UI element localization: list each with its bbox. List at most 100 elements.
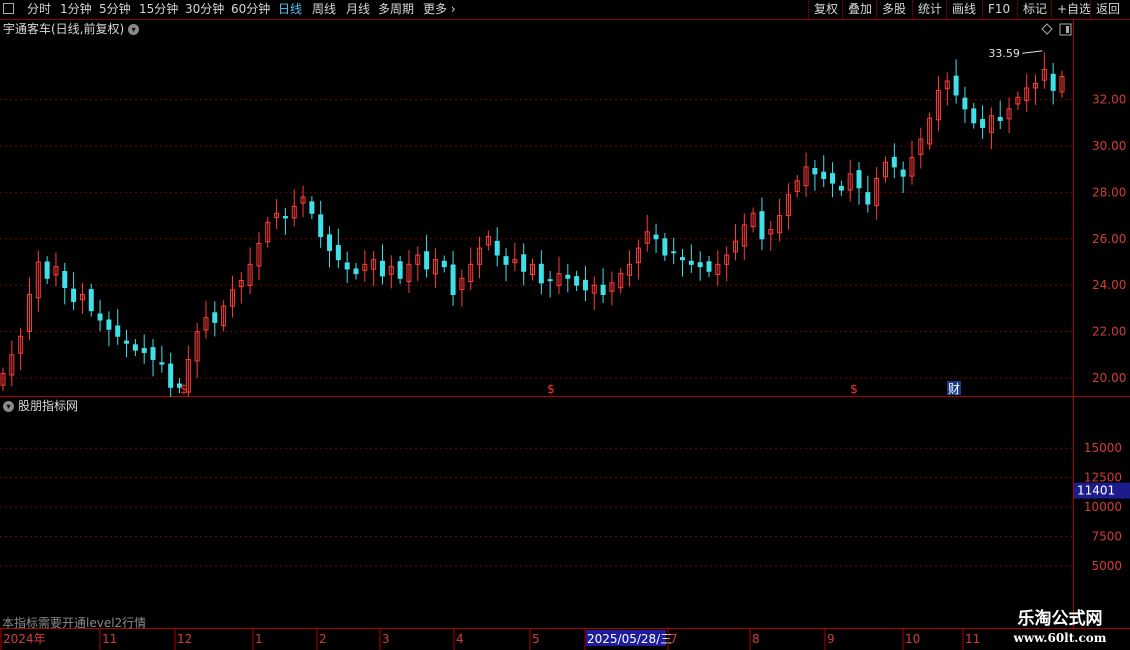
candle-body [680, 257, 686, 261]
period-tab-10[interactable]: 更多 › [420, 1, 459, 18]
time-label: 7 [670, 632, 678, 646]
toolbar-divider [808, 0, 809, 19]
period-tab-0[interactable]: 分时 [24, 1, 54, 18]
price-tick-label: 32.00 [1092, 93, 1126, 107]
toolbar-action-8[interactable]: 返回 [1093, 1, 1123, 18]
candle-body [697, 262, 703, 268]
time-label: 11 [102, 632, 117, 646]
time-label: 4 [456, 632, 464, 646]
candle-body [353, 268, 359, 275]
period-tab-7[interactable]: 周线 [309, 1, 339, 18]
candlestick-chart[interactable]: 20.00 22.00 24.00 26.00 28.00 30.00 32.00 33.59… [0, 20, 1130, 397]
candle-body [344, 262, 350, 270]
candle-body [812, 168, 818, 175]
candle-body [494, 240, 500, 256]
candle-body [962, 97, 968, 110]
period-tab-2[interactable]: 5分钟 [96, 1, 134, 18]
diamond-icon[interactable] [1041, 23, 1053, 35]
price-tick-label: 24.00 [1092, 278, 1126, 292]
candle-body [900, 169, 906, 177]
toolbar-action-7[interactable]: +自选 [1054, 1, 1094, 18]
time-label: 8 [752, 632, 760, 646]
high-price-label: 33.59 [988, 47, 1020, 60]
candle-body [538, 263, 544, 284]
toolbar-divider [946, 0, 947, 19]
toolbar-divider [1051, 0, 1052, 19]
candle-body [159, 362, 165, 365]
time-label: 11 [965, 632, 980, 646]
candle-body [856, 170, 862, 189]
event-marker[interactable]: $ [180, 382, 188, 396]
candle-body [971, 108, 977, 124]
time-label: 5 [532, 632, 540, 646]
watermark-url: www.60lt.com [1013, 631, 1107, 645]
period-tab-4[interactable]: 30分钟 [182, 1, 227, 18]
time-axis: 2024年 11 12 1 2 3 4 5 2025/05/28/三7 8 9 10 11 [0, 629, 980, 650]
candle-body [547, 279, 553, 282]
candle-body [759, 211, 765, 240]
event-marker[interactable]: $ [850, 382, 858, 396]
period-tab-1[interactable]: 1分钟 [57, 1, 95, 18]
current-value-label: 11401 [1077, 484, 1115, 498]
price-tick-label: 30.00 [1092, 139, 1126, 153]
toolbar-divider [1017, 0, 1018, 19]
toolbar-action-0[interactable]: 复权 [811, 1, 841, 18]
candle-body [88, 289, 94, 312]
toolbar-action-1[interactable]: 叠加 [845, 1, 875, 18]
price-tick-label: 22.00 [1092, 325, 1126, 339]
indicator-tick-label: 7500 [1091, 530, 1122, 544]
candle-body [671, 251, 677, 254]
period-tab-3[interactable]: 15分钟 [136, 1, 181, 18]
event-marker[interactable]: 财 [948, 382, 960, 396]
period-tab-5[interactable]: 60分钟 [228, 1, 273, 18]
candle-body [44, 261, 50, 279]
candle-body [521, 254, 527, 272]
candle-body [600, 284, 606, 295]
window-toggle-icon[interactable] [3, 3, 14, 14]
toolbar-divider [912, 0, 913, 19]
candle-body [282, 216, 288, 219]
candle-body [565, 274, 571, 279]
toolbar-action-4[interactable]: 画线 [949, 1, 979, 18]
toolbar-action-3[interactable]: 统计 [915, 1, 945, 18]
toolbar-divider [876, 0, 877, 19]
period-tab-9[interactable]: 多周期 [375, 1, 417, 18]
candle-body [327, 234, 333, 251]
period-toolbar: 分时 1分钟 5分钟 15分钟 30分钟 60分钟 日线 周线 月线 多周期 更多 › 复权 叠加 多股… [0, 0, 1130, 20]
candle-body [106, 319, 112, 330]
watermark-logo: 乐淘公式网 www.60lt.com [990, 608, 1130, 650]
candle-body [141, 348, 147, 353]
panel-toggle-icon[interactable] [1059, 23, 1072, 36]
candle-body [71, 288, 77, 302]
candle-body [115, 325, 121, 337]
event-marker[interactable]: $ [547, 382, 555, 396]
watermark-title: 乐淘公式网 [1017, 609, 1103, 629]
candle-body [706, 261, 712, 272]
indicator-tick-label: 15000 [1084, 441, 1122, 455]
candle-body [997, 116, 1003, 121]
time-label: 12 [177, 632, 192, 646]
candle-body [653, 234, 659, 240]
period-tab-8[interactable]: 月线 [343, 1, 373, 18]
toolbar-divider [842, 0, 843, 19]
candle-body [424, 251, 430, 270]
candle-body [891, 156, 897, 168]
time-label: 2024年 [3, 632, 46, 646]
toolbar-action-2[interactable]: 多股 [879, 1, 909, 18]
period-tab-6[interactable]: 日线 [275, 1, 305, 18]
indicator-tick-label: 5000 [1091, 559, 1122, 573]
toolbar-action-5[interactable]: F10 [985, 1, 1013, 18]
candle-body [132, 344, 138, 351]
toolbar-action-6[interactable]: 标记 [1020, 1, 1050, 18]
time-label: 2025/05/28/三 [587, 632, 672, 646]
candle-body [582, 279, 588, 291]
candle-body [838, 185, 844, 191]
time-label: 10 [905, 632, 920, 646]
candle-body [441, 260, 447, 268]
candle-body [397, 261, 403, 279]
candle-body [1050, 73, 1056, 91]
indicator-chart[interactable]: 5000 7500 10000 12500 15000 11401 [0, 397, 1130, 629]
price-tick-label: 28.00 [1092, 185, 1126, 199]
candle-body [865, 192, 871, 205]
candle-body [212, 312, 218, 323]
